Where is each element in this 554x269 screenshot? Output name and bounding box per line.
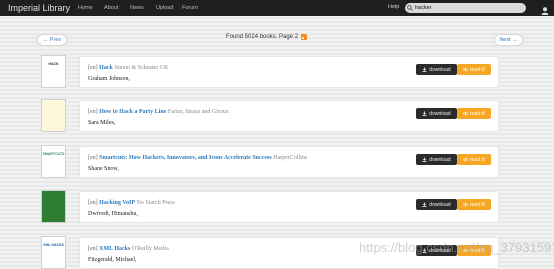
book-author: Sara Miles, (88, 120, 116, 126)
download-label: download (429, 66, 451, 73)
book-title-line: [en] How to Hack a Party Line Farrar, St… (88, 109, 229, 115)
read-label: read it! (469, 156, 486, 163)
nav-news[interactable]: News (130, 5, 156, 11)
book-title-line: [en] Hacking VoIP No Starch Press (88, 200, 175, 206)
book-cover[interactable]: HACK (41, 55, 66, 88)
book-title-line: [en] Smartcuts: How Hackers, Innovators,… (88, 155, 307, 161)
book-author: Dwivedi, Himanshu, (88, 211, 138, 217)
user-icon[interactable] (540, 3, 550, 15)
nav-home[interactable]: Home (78, 5, 104, 11)
book-cover[interactable]: XML HACKS (41, 236, 66, 269)
download-button[interactable]: download (416, 64, 457, 75)
book-card: [en] Smartcuts: How Hackers, Innovators,… (79, 146, 499, 178)
read-label: read it! (469, 110, 486, 117)
download-icon (422, 202, 427, 207)
book-publisher: Farrar, Straus and Giroux (167, 109, 229, 115)
read-button[interactable]: read it! (457, 154, 491, 165)
found-text: Found 5024 books. Page 2 (226, 34, 299, 40)
book-cover[interactable] (41, 99, 66, 132)
nav-about[interactable]: About (104, 5, 130, 11)
results-summary: Found 5024 books. Page 2 (226, 34, 308, 40)
book-publisher: Simon & Schuster UK (114, 65, 169, 71)
book-cover[interactable] (41, 190, 66, 223)
book-cover[interactable]: SMARTCUTS (41, 145, 66, 178)
watermark-text: https://blog.csdn.net/qq_37931597 (359, 240, 554, 255)
book-title-link[interactable]: How to Hack a Party Line (99, 109, 166, 115)
book-title-link[interactable]: Hack (99, 65, 113, 71)
language-tag: [en] (88, 109, 98, 115)
search-box[interactable] (405, 3, 526, 13)
search-input[interactable] (415, 5, 515, 11)
download-label: download (429, 201, 451, 208)
book-title-link[interactable]: XML Hacks (99, 246, 130, 252)
download-icon (422, 157, 427, 162)
read-button[interactable]: read it! (457, 108, 491, 119)
book-card: [en] How to Hack a Party Line Farrar, St… (79, 100, 499, 132)
download-label: download (429, 110, 451, 117)
book-author: Graham Johnson, (88, 76, 130, 82)
download-button[interactable]: download (416, 108, 457, 119)
eye-icon (462, 202, 468, 207)
download-icon (422, 67, 427, 72)
rss-icon[interactable] (301, 34, 308, 40)
read-label: read it! (469, 201, 486, 208)
book-card: [en] Hack Simon & Schuster UK Graham John… (79, 56, 499, 88)
nav-forum[interactable]: Forum (182, 5, 208, 11)
book-publisher: HarperCollins (273, 155, 308, 161)
book-title-link[interactable]: Hacking VoIP (99, 200, 135, 206)
download-label: download (429, 156, 451, 163)
book-title-link[interactable]: Smartcuts: How Hackers, Innovators, and … (99, 155, 271, 161)
book-author: Fitzgerald, Michael, (88, 257, 137, 263)
download-icon (422, 111, 427, 116)
eye-icon (462, 157, 468, 162)
read-label: read it! (469, 66, 486, 73)
prev-page-button[interactable]: ← Prev (37, 34, 67, 46)
search-icon (405, 3, 415, 13)
language-tag: [en] (88, 200, 98, 206)
book-cover-text: XML HACKS (43, 243, 64, 247)
book-cover-text: SMARTCUTS (42, 152, 65, 156)
book-publisher: O'Reilly Media (131, 246, 169, 252)
read-button[interactable]: read it! (457, 199, 491, 210)
read-button[interactable]: read it! (457, 64, 491, 75)
language-tag: [en] (88, 155, 98, 161)
book-cover-text: HACK (48, 62, 59, 66)
book-publisher: No Starch Press (136, 200, 175, 206)
nav-upload[interactable]: Upload (156, 5, 182, 11)
eye-icon (462, 67, 468, 72)
language-tag: [en] (88, 246, 98, 252)
top-navbar: Imperial Library Home About News Upload … (0, 0, 554, 16)
book-card: [en] Hacking VoIP No Starch Press Dwivedi… (79, 191, 499, 223)
eye-icon (462, 111, 468, 116)
book-author: Shane Snow, (88, 166, 119, 172)
nav-help[interactable]: Help (388, 4, 399, 10)
download-button[interactable]: download (416, 154, 457, 165)
book-title-line: [en] Hack Simon & Schuster UK (88, 65, 169, 71)
language-tag: [en] (88, 65, 98, 71)
book-title-line: [en] XML Hacks O'Reilly Media (88, 246, 169, 252)
next-page-button[interactable]: Next → (494, 34, 523, 46)
site-brand[interactable]: Imperial Library (8, 3, 78, 13)
download-button[interactable]: download (416, 199, 457, 210)
